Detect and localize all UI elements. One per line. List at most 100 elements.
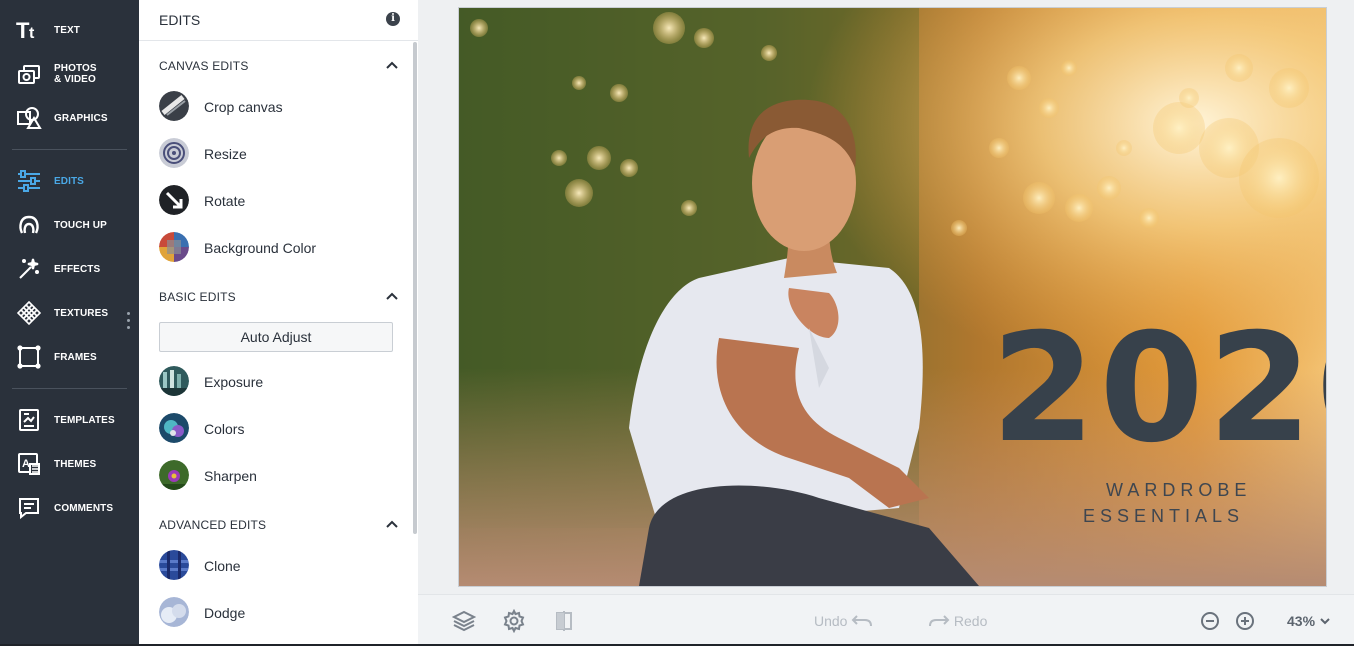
undo-arrow-icon (851, 615, 873, 627)
canvas-year-text: 2020 (991, 302, 1326, 476)
tool-sharpen[interactable]: Sharpen (159, 458, 399, 492)
rotate-thumb-icon (159, 185, 189, 215)
tool-label: Dodge (204, 605, 246, 621)
zoom-value: 43% (1287, 613, 1316, 629)
section-advanced-edits[interactable]: ADVANCED EDITS (159, 518, 399, 534)
textures-icon (16, 300, 42, 326)
nav-label-edits: EDITS (54, 175, 84, 187)
svg-text:T: T (16, 19, 30, 41)
tool-label: Clone (204, 558, 241, 574)
panel-resize-handle[interactable] (127, 312, 131, 334)
canvas-photo[interactable]: 2020 WARDROBE ESSENTIALS (458, 7, 1327, 587)
text-icon: Tt (16, 17, 42, 43)
svg-text:t: t (29, 25, 35, 41)
nav-item-textures[interactable]: TEXTURES (0, 295, 139, 331)
sharpen-thumb-icon (159, 460, 189, 490)
panel-title: EDITS (159, 12, 201, 28)
zoom-dropdown[interactable]: 43% (1287, 613, 1331, 629)
tool-label: Crop canvas (204, 99, 283, 115)
nav-divider (12, 149, 127, 150)
tool-label: Colors (204, 421, 245, 437)
tool-clone[interactable]: Clone (159, 548, 399, 582)
nav-item-templates[interactable]: TEMPLATES (0, 402, 139, 438)
nav-item-frames[interactable]: FRAMES (0, 339, 139, 375)
nav-label-photos-video: PHOTOS & VIDEO (54, 63, 97, 85)
tool-label: Background Color (204, 240, 317, 256)
nav-label-themes: THEMES (54, 458, 97, 470)
nav-label-frames: FRAMES (54, 351, 97, 363)
edits-icon (16, 168, 42, 194)
nav-divider (12, 388, 127, 389)
nav-item-graphics[interactable]: GRAPHICS (0, 100, 139, 136)
tool-exposure[interactable]: Exposure (159, 364, 399, 398)
bottom-toolbar: Undo Redo 43% (418, 594, 1354, 646)
nav-item-themes[interactable]: A THEMES (0, 446, 139, 482)
panel-scrollbar[interactable] (413, 42, 417, 534)
photos-video-icon (16, 61, 42, 87)
chevron-up-icon (386, 520, 398, 528)
layers-icon[interactable] (451, 609, 477, 633)
auto-adjust-button[interactable]: Auto Adjust (159, 322, 393, 352)
settings-gear-icon[interactable] (502, 608, 526, 634)
nav-item-effects[interactable]: EFFECTS (0, 251, 139, 287)
tool-dodge[interactable]: Dodge (159, 595, 399, 629)
redo-label: Redo (953, 613, 988, 629)
templates-icon (16, 407, 42, 433)
background-color-thumb-icon (159, 232, 189, 262)
nav-label-templates: TEMPLATES (54, 414, 115, 426)
undo-label: Undo (814, 613, 848, 629)
nav-label-comments: COMMENTS (54, 502, 114, 514)
compare-icon[interactable] (552, 609, 576, 633)
panel-header: EDITS i (139, 0, 418, 41)
nav-item-text[interactable]: Tt TEXT (0, 12, 139, 48)
zoom-in-icon[interactable] (1233, 609, 1257, 633)
nav-item-comments[interactable]: COMMENTS (0, 490, 139, 526)
nav-label-textures: TEXTURES (54, 307, 109, 319)
section-advanced-edits-label: ADVANCED EDITS (159, 518, 267, 532)
themes-icon: A (16, 451, 42, 477)
chevron-up-icon (386, 61, 398, 69)
info-icon[interactable]: i (386, 12, 400, 26)
tool-label: Sharpen (204, 468, 257, 484)
graphics-icon (16, 105, 42, 131)
tool-resize[interactable]: Resize (159, 136, 399, 170)
touch-up-icon (16, 212, 42, 238)
nav-item-photos-video[interactable]: PHOTOS & VIDEO (0, 56, 139, 92)
redo-button[interactable]: Redo (928, 613, 987, 629)
tool-crop-canvas[interactable]: Crop canvas (159, 89, 399, 123)
section-basic-edits[interactable]: BASIC EDITS (159, 290, 399, 306)
tool-label: Rotate (204, 193, 246, 209)
nav-label-touch-up: TOUCH UP (54, 219, 107, 231)
colors-thumb-icon (159, 413, 189, 443)
chevron-down-icon (1320, 618, 1330, 625)
redo-arrow-icon (929, 615, 950, 627)
nav-item-touch-up[interactable]: TOUCH UP (0, 207, 139, 243)
tool-rotate[interactable]: Rotate (159, 183, 399, 217)
svg-text:A: A (22, 458, 30, 470)
section-canvas-edits-label: CANVAS EDITS (159, 59, 249, 73)
frames-icon (16, 344, 42, 370)
clone-thumb-icon (159, 550, 189, 580)
undo-button[interactable]: Undo (814, 613, 873, 629)
tool-colors[interactable]: Colors (159, 411, 399, 445)
resize-thumb-icon (159, 138, 189, 168)
tool-label: Resize (204, 146, 247, 162)
tool-label: Exposure (204, 374, 264, 390)
section-basic-edits-label: BASIC EDITS (159, 290, 236, 304)
section-canvas-edits[interactable]: CANVAS EDITS (159, 59, 399, 75)
zoom-out-icon[interactable] (1198, 609, 1222, 633)
tool-background-color[interactable]: Background Color (159, 230, 399, 264)
nav-item-edits[interactable]: EDITS (0, 163, 139, 199)
canvas-tagline-line2: ESSENTIALS (1083, 506, 1244, 526)
nav-label-effects: EFFECTS (54, 263, 101, 275)
nav-label-graphics: GRAPHICS (54, 112, 108, 124)
comments-icon (16, 495, 42, 521)
crop-thumb-icon (159, 91, 189, 121)
nav-rail: Tt TEXT PHOTOS & VIDEO GRAPHICS EDITS TO… (0, 0, 139, 646)
chevron-up-icon (386, 292, 398, 300)
canvas-tagline-line1: WARDROBE (1106, 480, 1251, 500)
exposure-thumb-icon (159, 366, 189, 396)
dodge-thumb-icon (159, 597, 189, 627)
edits-panel: EDITS i CANVAS EDITS Crop canvas Resize … (139, 0, 418, 646)
nav-label-text: TEXT (54, 24, 80, 36)
